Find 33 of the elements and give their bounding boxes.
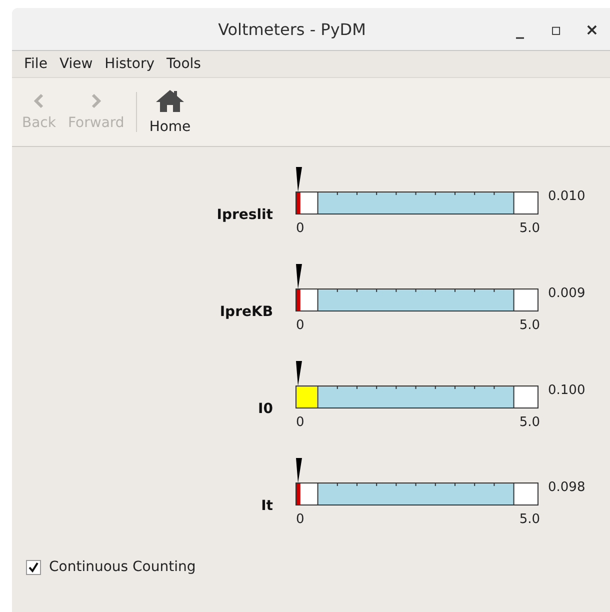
- home-button[interactable]: Home: [143, 89, 197, 135]
- scale-max: 5.0: [519, 221, 540, 236]
- pointer-icon: [296, 361, 302, 386]
- maximize-button[interactable]: ▫: [538, 20, 574, 38]
- forward-icon: [90, 93, 102, 109]
- close-button[interactable]: ×: [574, 20, 610, 38]
- menu-item[interactable]: View: [53, 56, 99, 72]
- pointer-icon: [296, 458, 302, 483]
- meter-reading: 0.009: [548, 286, 586, 303]
- meter-reading: 0.100: [548, 383, 586, 400]
- scale-min: 0: [296, 221, 304, 236]
- menu-item[interactable]: File: [18, 56, 54, 72]
- continuous-counting-checkbox[interactable]: Continuous Counting: [26, 559, 610, 575]
- home-icon: [154, 89, 185, 113]
- window-title: Voltmeters - PyDM: [217, 20, 367, 38]
- pointer-icon: [296, 264, 302, 289]
- scale-min: 0: [296, 318, 304, 333]
- menu-item[interactable]: Tools: [160, 56, 207, 72]
- scale-max: 5.0: [519, 512, 540, 527]
- meter-label: It: [261, 498, 273, 514]
- scale-min: 0: [296, 512, 304, 527]
- back-icon: [33, 93, 45, 109]
- scale-max: 5.0: [519, 318, 540, 333]
- meter-label: IpreKB: [220, 304, 273, 320]
- scale-max: 5.0: [519, 415, 540, 430]
- pointer-icon: [296, 167, 302, 192]
- meter-label: Ipreslit: [216, 207, 273, 223]
- menu-item[interactable]: History: [98, 56, 160, 72]
- minimize-button[interactable]: _: [502, 20, 538, 38]
- meter-reading: 0.098: [548, 480, 586, 497]
- scale-min: 0: [296, 415, 304, 430]
- meter-reading: 0.010: [548, 189, 586, 206]
- meter-label: I0: [258, 401, 273, 417]
